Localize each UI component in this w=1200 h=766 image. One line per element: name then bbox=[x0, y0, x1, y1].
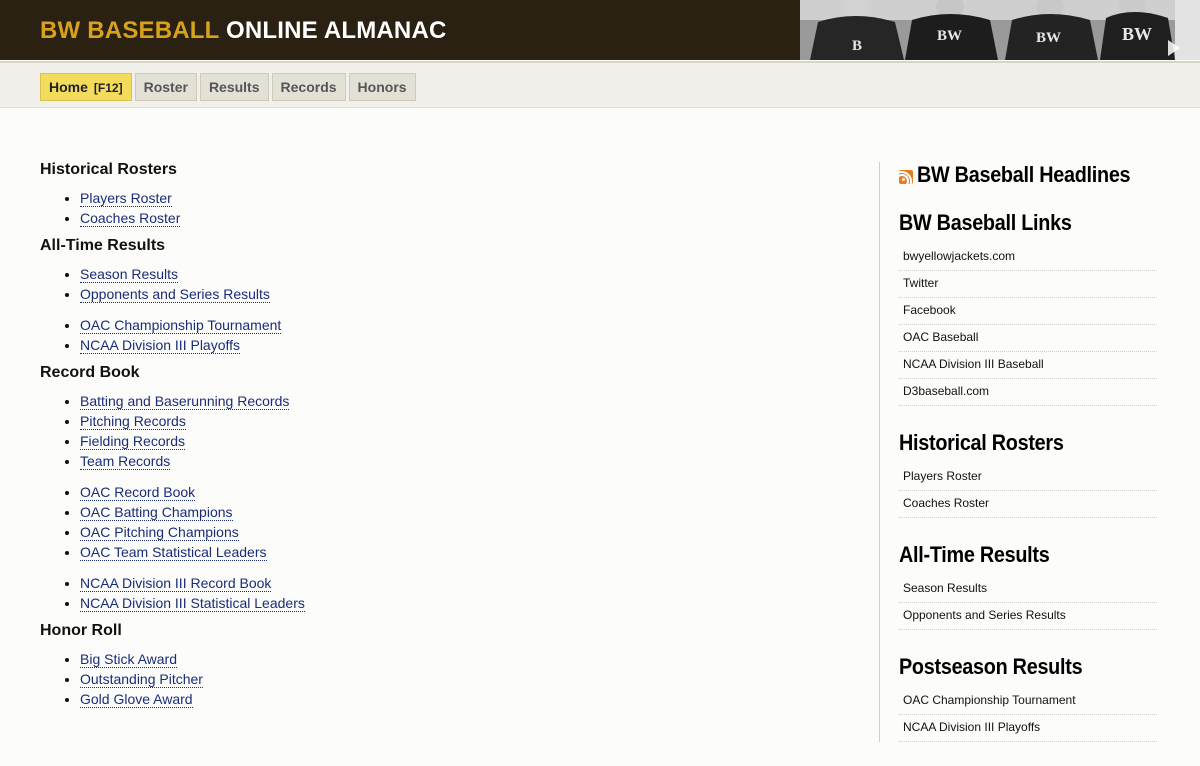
sidebar-link[interactable]: NCAA Division III Baseball bbox=[899, 352, 1157, 379]
main-link[interactable]: Players Roster bbox=[80, 190, 172, 207]
list-item: Gold Glove Award bbox=[80, 689, 800, 709]
list-item: OAC Championship Tournament bbox=[80, 315, 800, 335]
sidebar-block-title: Historical Rosters bbox=[899, 430, 1064, 455]
sidebar-link[interactable]: D3baseball.com bbox=[899, 379, 1157, 406]
column-divider bbox=[879, 162, 880, 742]
site-title[interactable]: BW BASEBALL ONLINE ALMANAC bbox=[40, 17, 447, 45]
section-heading: Record Book bbox=[40, 364, 140, 381]
jersey-letter-2: BW bbox=[937, 28, 962, 44]
tab-home[interactable]: Home [F12] bbox=[40, 73, 132, 101]
main-content: Historical Rosters Players Roster Coaches … bbox=[40, 152, 800, 709]
list-item: OAC Batting Champions bbox=[80, 502, 800, 522]
link-list: OAC Championship Tournament NCAA Division… bbox=[40, 315, 800, 355]
main-section: All-Time Results Season Results Opponents … bbox=[40, 237, 800, 355]
main-link[interactable]: Fielding Records bbox=[80, 433, 186, 450]
link-list: Batting and Baserunning Records Pitching … bbox=[40, 391, 800, 471]
sidebar-link[interactable]: Players Roster bbox=[899, 464, 1157, 491]
list-item: OAC Record Book bbox=[80, 482, 800, 502]
list-item: Opponents and Series Results bbox=[80, 284, 800, 304]
list-item: OAC Team Statistical Leaders bbox=[80, 542, 800, 562]
link-list: NCAA Division III Record Book NCAA Divisi… bbox=[40, 573, 800, 613]
sidebar-link[interactable]: Opponents and Series Results bbox=[899, 603, 1157, 630]
main-link[interactable]: OAC Record Book bbox=[80, 484, 196, 501]
tab-roster[interactable]: Roster bbox=[134, 73, 197, 101]
link-list: Players Roster Coaches Roster bbox=[40, 188, 800, 228]
main-section: Record Book Batting and Baserunning Recor… bbox=[40, 364, 800, 613]
list-item: Fielding Records bbox=[80, 431, 800, 451]
main-link[interactable]: Opponents and Series Results bbox=[80, 286, 270, 303]
sidebar-link[interactable]: OAC Baseball bbox=[899, 325, 1157, 352]
sidebar-link[interactable]: bwyellowjackets.com bbox=[899, 244, 1157, 271]
tab-honors[interactable]: Honors bbox=[348, 73, 416, 101]
sidebar-block-title: Postseason Results bbox=[899, 654, 1083, 679]
sidebar-block-title: All-Time Results bbox=[899, 542, 1050, 567]
tab-records[interactable]: Records bbox=[271, 73, 346, 101]
list-item: NCAA Division III Record Book bbox=[80, 573, 800, 593]
tab-results[interactable]: Results bbox=[199, 73, 269, 101]
sidebar-block: Postseason Results OAC Championship Tourn… bbox=[899, 654, 1157, 742]
main-link[interactable]: OAC Championship Tournament bbox=[80, 317, 282, 334]
section-heading: Historical Rosters bbox=[40, 161, 177, 178]
main-link[interactable]: NCAA Division III Playoffs bbox=[80, 337, 241, 354]
list-item: Team Records bbox=[80, 451, 800, 471]
list-item: Pitching Records bbox=[80, 411, 800, 431]
tab-home-shortcut: [F12] bbox=[93, 81, 123, 95]
sidebar-block: All-Time Results Season Results Opponents … bbox=[899, 542, 1157, 630]
list-item: Batting and Baserunning Records bbox=[80, 391, 800, 411]
site-title-part2: ONLINE ALMANAC bbox=[225, 17, 447, 44]
main-link[interactable]: Batting and Baserunning Records bbox=[80, 393, 290, 410]
main-link[interactable]: Outstanding Pitcher bbox=[80, 671, 203, 688]
sidebar-link[interactable]: Facebook bbox=[899, 298, 1157, 325]
main-link[interactable]: Season Results bbox=[80, 266, 179, 283]
main-link[interactable]: NCAA Division III Statistical Leaders bbox=[80, 595, 305, 612]
list-item: OAC Pitching Champions bbox=[80, 522, 800, 542]
main-section: Historical Rosters Players Roster Coaches … bbox=[40, 161, 800, 228]
headlines-title: BW Baseball Headlines bbox=[917, 162, 1131, 187]
list-item: Players Roster bbox=[80, 188, 800, 208]
rss-icon[interactable] bbox=[899, 170, 913, 184]
list-item: NCAA Division III Statistical Leaders bbox=[80, 593, 800, 613]
link-list: Big Stick Award Outstanding Pitcher Gold G… bbox=[40, 649, 800, 709]
sidebar-link[interactable]: OAC Championship Tournament bbox=[899, 688, 1157, 715]
list-item: Outstanding Pitcher bbox=[80, 669, 800, 689]
sidebar-link[interactable]: Coaches Roster bbox=[899, 491, 1157, 518]
headlines-header[interactable]: BW Baseball Headlines bbox=[899, 162, 1157, 188]
list-item: Big Stick Award bbox=[80, 649, 800, 669]
sidebar: BW Baseball Headlines BW Baseball Links b… bbox=[899, 162, 1157, 766]
main-link[interactable]: Team Records bbox=[80, 453, 171, 470]
list-item: Season Results bbox=[80, 264, 800, 284]
sidebar-block: BW Baseball Links bwyellowjackets.com Twit… bbox=[899, 210, 1157, 406]
main-link[interactable]: OAC Team Statistical Leaders bbox=[80, 544, 267, 561]
main-link[interactable]: Gold Glove Award bbox=[80, 691, 193, 708]
section-heading: All-Time Results bbox=[40, 237, 166, 254]
jersey-letter-4: BW bbox=[1122, 24, 1152, 44]
sidebar-link[interactable]: Season Results bbox=[899, 576, 1157, 603]
main-link[interactable]: Big Stick Award bbox=[80, 651, 178, 668]
list-item: Coaches Roster bbox=[80, 208, 800, 228]
sidebar-link[interactable]: Twitter bbox=[899, 271, 1157, 298]
main-link[interactable]: OAC Pitching Champions bbox=[80, 524, 239, 541]
main-link[interactable]: NCAA Division III Record Book bbox=[80, 575, 272, 592]
link-list: OAC Record Book OAC Batting Champions OAC … bbox=[40, 482, 800, 562]
header-team-photo: B BW BW BW bbox=[800, 0, 1200, 60]
list-item: NCAA Division III Playoffs bbox=[80, 335, 800, 355]
link-list: Season Results Opponents and Series Resul… bbox=[40, 264, 800, 304]
jersey-letter-3: BW bbox=[1036, 30, 1061, 46]
sidebar-link[interactable]: NCAA Division III Playoffs bbox=[899, 715, 1157, 742]
main-link[interactable]: Coaches Roster bbox=[80, 210, 181, 227]
sidebar-block: Historical Rosters Players Roster Coaches … bbox=[899, 430, 1157, 518]
section-heading: Honor Roll bbox=[40, 622, 122, 639]
main-link[interactable]: Pitching Records bbox=[80, 413, 186, 430]
sidebar-blocks: BW Baseball Links bwyellowjackets.com Twit… bbox=[899, 210, 1157, 742]
sidebar-block-title: BW Baseball Links bbox=[899, 210, 1072, 235]
main-link[interactable]: OAC Batting Champions bbox=[80, 504, 233, 521]
site-header: BW BASEBALL ONLINE ALMANAC B BW BW BW bbox=[0, 0, 1200, 60]
tab-home-label: Home bbox=[49, 79, 88, 95]
main-section: Honor Roll Big Stick Award Outstanding Pit… bbox=[40, 622, 800, 709]
nav-tabs: Home [F12] Roster Results Records Honors bbox=[40, 73, 419, 101]
jersey-letter-1: B bbox=[852, 38, 862, 54]
site-title-part1: BW BASEBALL bbox=[40, 17, 220, 44]
nav-bar: Home [F12] Roster Results Records Honors bbox=[0, 61, 1200, 108]
